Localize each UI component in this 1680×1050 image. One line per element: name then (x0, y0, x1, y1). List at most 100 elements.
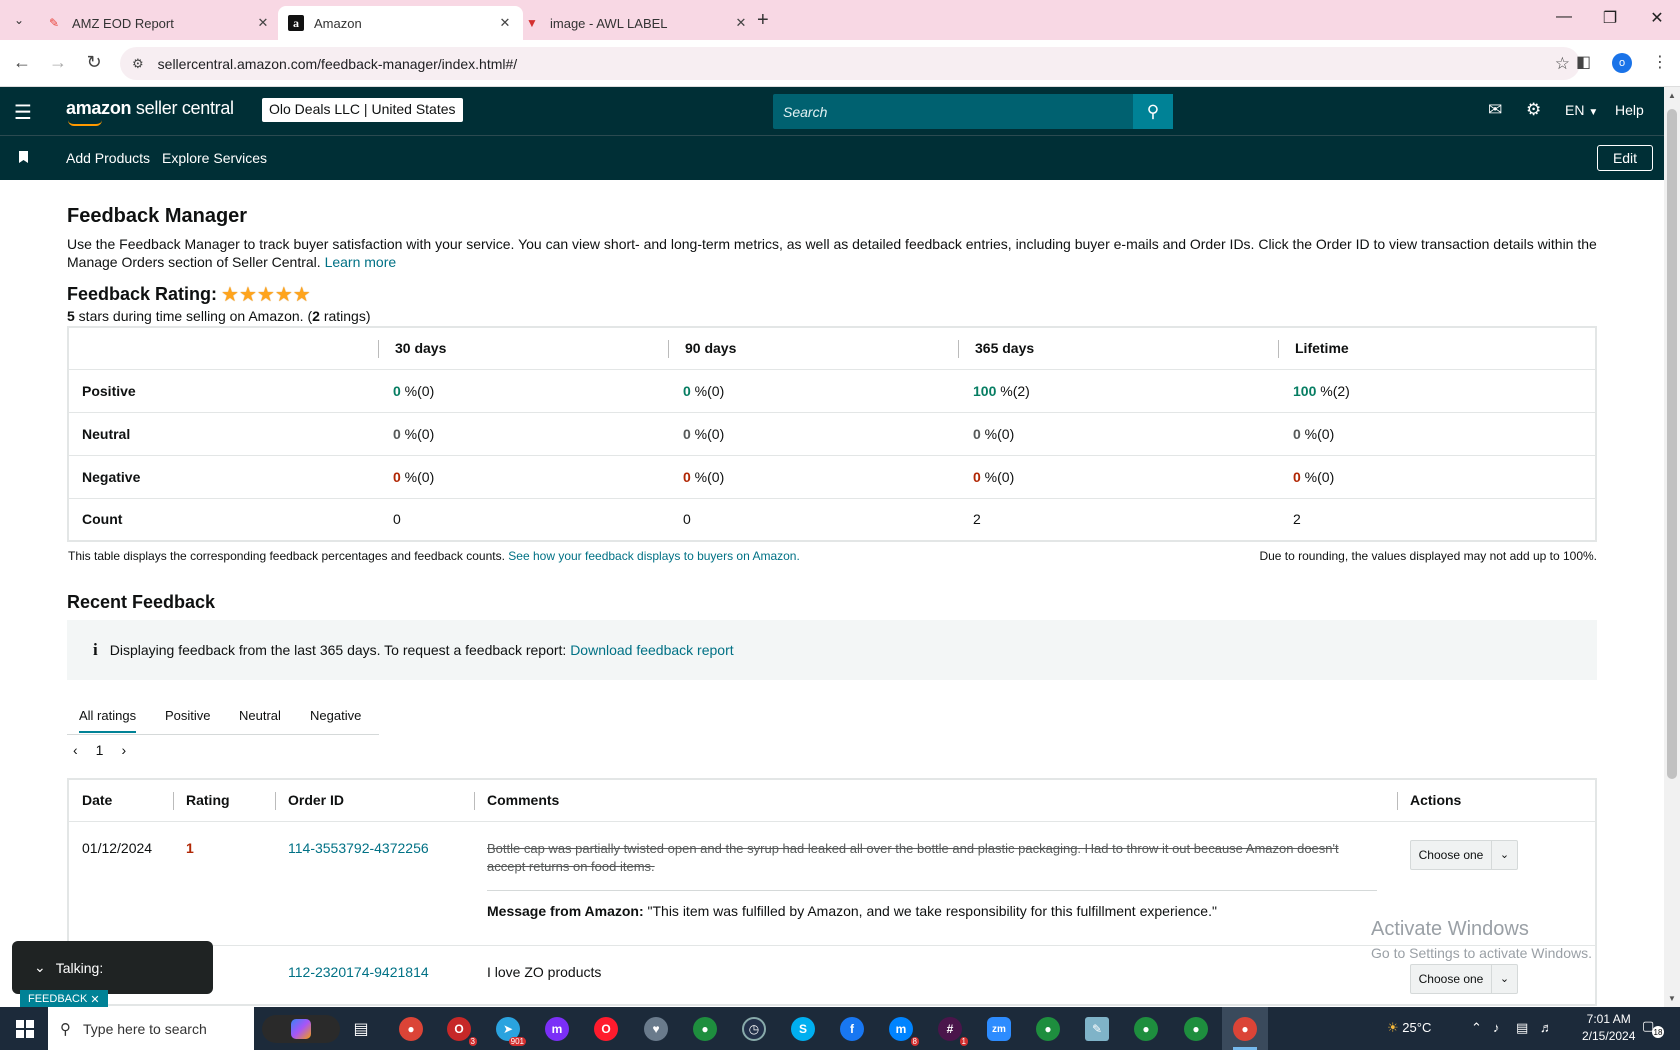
metric-cell: 0 %(0) (380, 412, 670, 456)
download-feedback-report-link[interactable]: Download feedback report (570, 642, 733, 658)
chevron-down-icon[interactable]: ⌄ (34, 959, 46, 976)
copilot-icon[interactable] (262, 1015, 340, 1043)
mail-icon[interactable]: ✉ (1488, 100, 1502, 120)
system-clock[interactable]: 7:01 AM 2/15/2024 (1582, 1011, 1635, 1045)
messenger-icon[interactable]: m8 (889, 1017, 919, 1046)
activate-subtitle: Go to Settings to activate Windows. (1371, 945, 1592, 961)
tab-search-icon[interactable]: ⌄ (8, 9, 30, 31)
notepad-icon[interactable]: ✎ (1085, 1017, 1109, 1041)
skype-icon[interactable]: S (791, 1017, 815, 1041)
side-panel-icon[interactable]: ◧ (1576, 52, 1591, 72)
feedback-tag[interactable]: FEEDBACK ✕ (20, 990, 108, 1008)
feedback-tag-label: FEEDBACK (28, 993, 88, 1005)
star-icon: ★ (292, 283, 311, 306)
facebook-icon[interactable]: f (840, 1017, 864, 1041)
zoom-icon[interactable]: zm (987, 1017, 1011, 1041)
opera-gx-icon[interactable]: O3 (447, 1017, 477, 1046)
metric-count: %(2) (996, 382, 1030, 399)
bookmark-icon[interactable] (19, 151, 28, 163)
metrics-footnote: This table displays the corresponding fe… (68, 549, 800, 563)
chrome-icon[interactable]: ● (1184, 1017, 1208, 1041)
taskbar-search[interactable]: ⚲ Type here to search (48, 1007, 254, 1050)
search-input[interactable] (773, 94, 1123, 129)
col-actions: Actions (1397, 779, 1596, 822)
tab-negative[interactable]: Negative (310, 708, 361, 723)
search-icon[interactable]: ⚲ (1133, 94, 1173, 129)
chrome-icon[interactable]: ● (693, 1017, 717, 1041)
close-icon[interactable]: ✕ (90, 993, 99, 1006)
order-id-link[interactable]: 114-3553792-4372256 (288, 840, 429, 856)
row-label: Count (68, 498, 380, 542)
choose-action-dropdown[interactable]: Choose one ⌄ (1410, 963, 1518, 994)
column-label: 365 days (975, 340, 1035, 357)
tab-all-ratings[interactable]: All ratings (79, 708, 137, 733)
nav-add-products[interactable]: Add Products (66, 150, 150, 166)
account-switcher[interactable]: Olo Deals LLC | United States (262, 98, 463, 122)
opera-icon[interactable]: O (594, 1017, 618, 1041)
scroll-up-icon[interactable]: ▲ (1668, 91, 1676, 100)
chrome-icon[interactable]: ● (1036, 1017, 1060, 1041)
site-info-icon[interactable]: ⚙ (132, 56, 144, 72)
help-link[interactable]: Help (1615, 102, 1644, 118)
minimize-icon[interactable]: — (1549, 8, 1579, 26)
page-scrollbar[interactable]: ▲ ▼ (1664, 87, 1680, 1007)
buyer-display-link[interactable]: See how your feedback displays to buyers… (508, 549, 800, 563)
omnibox[interactable]: ⚙ sellercentral.amazon.com/feedback-mana… (120, 47, 1580, 80)
talking-widget[interactable]: ⌄ Talking: (12, 941, 213, 994)
forward-icon[interactable]: → (46, 52, 70, 73)
chevron-left-icon[interactable]: ‹ (73, 742, 78, 758)
microphone-icon[interactable]: ♪ (1493, 1020, 1500, 1035)
telegram-icon[interactable]: ➤ 901 (496, 1017, 526, 1046)
messenger-app-icon[interactable]: m (545, 1017, 569, 1041)
windows-start-icon[interactable] (16, 1020, 34, 1038)
chrome-icon[interactable]: ● (1233, 1017, 1257, 1041)
scroll-down-icon[interactable]: ▼ (1668, 994, 1676, 1003)
bookmark-star-icon[interactable]: ☆ (1555, 54, 1570, 74)
restore-icon[interactable]: ❐ (1595, 8, 1625, 28)
notifications-icon[interactable]: ▢ 18 (1642, 1018, 1664, 1038)
seller-central-logo[interactable]: amazon seller central (66, 98, 234, 126)
close-icon[interactable]: ✕ (733, 15, 749, 31)
browser-tab-amazon[interactable]: a Amazon ✕ (278, 6, 523, 40)
page-number[interactable]: 1 (96, 742, 104, 758)
slack-icon[interactable]: #1 (938, 1017, 968, 1046)
app-icon[interactable]: ♥ (644, 1017, 668, 1041)
settings-gear-icon[interactable]: ⚙ (1526, 100, 1541, 120)
metrics-row-neutral: Neutral 0 %(0) 0 %(0) 0 %(0) 0 %(0) (68, 412, 1596, 456)
chrome-icon[interactable]: ● (399, 1017, 423, 1041)
weather-widget[interactable]: ☀ 25°C (1387, 1020, 1431, 1036)
choose-action-dropdown[interactable]: Choose one ⌄ (1410, 839, 1518, 870)
nav-explore-services[interactable]: Explore Services (162, 150, 267, 166)
hamburger-menu-icon[interactable]: ☰ (14, 100, 32, 125)
chevron-right-icon[interactable]: › (121, 742, 126, 758)
new-tab-button[interactable]: + (757, 9, 769, 32)
tab-neutral[interactable]: Neutral (239, 708, 281, 723)
back-icon[interactable]: ← (10, 52, 34, 73)
clock-time: 7:01 AM (1586, 1012, 1631, 1026)
order-id-link[interactable]: 112-2320174-9421814 (288, 964, 429, 980)
learn-more-link[interactable]: Learn more (325, 254, 397, 270)
show-hidden-icons[interactable]: ⌃ (1471, 1020, 1482, 1036)
close-window-icon[interactable]: ✕ (1642, 8, 1672, 28)
chrome-icon[interactable]: ● (1134, 1017, 1158, 1041)
tab-positive[interactable]: Positive (165, 708, 211, 723)
edit-nav-button[interactable]: Edit (1597, 145, 1653, 171)
reload-icon[interactable]: ↻ (82, 52, 106, 73)
metric-cell: 100 %(2) (960, 369, 1280, 413)
task-view-icon[interactable]: ▤ (349, 1017, 373, 1041)
badge-count: 3 (468, 1037, 477, 1046)
close-icon[interactable]: ✕ (255, 15, 271, 31)
volume-icon[interactable]: ♬ (1540, 1020, 1553, 1035)
browser-tab-awl-label[interactable]: ▼ image - AWL LABEL ✕ (514, 6, 759, 40)
browser-tab-amz-eod[interactable]: ✎ AMZ EOD Report ✕ (36, 6, 281, 40)
network-icon[interactable]: ▤ (1516, 1020, 1528, 1036)
metric-cell: 100 %(2) (1280, 369, 1596, 413)
browser-menu-icon[interactable]: ⋮ (1652, 52, 1668, 72)
profile-avatar[interactable]: o (1612, 53, 1632, 73)
language-selector[interactable]: EN ▼ (1565, 102, 1598, 118)
scrollbar-thumb[interactable] (1667, 109, 1677, 779)
clock-app-icon[interactable]: ◷ (742, 1017, 766, 1041)
url-text[interactable]: sellercentral.amazon.com/feedback-manage… (158, 56, 518, 72)
metric-count: %(0) (690, 382, 725, 399)
close-icon[interactable]: ✕ (497, 15, 513, 31)
